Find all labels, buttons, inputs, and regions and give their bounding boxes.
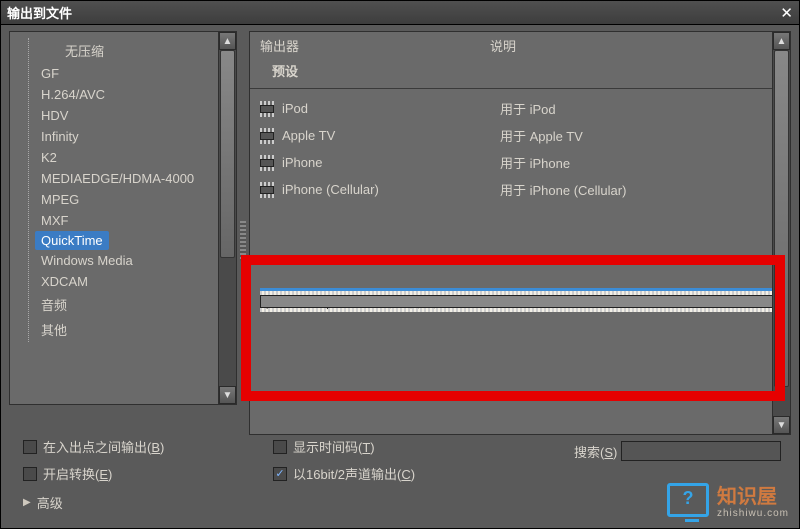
chevron-right-icon: ▶	[23, 497, 31, 508]
preset-row[interactable]: iPhone用于 iPhone	[250, 149, 790, 176]
search-input[interactable]	[621, 441, 781, 461]
scroll-down-icon[interactable]: ▼	[773, 416, 790, 434]
tree-item[interactable]: XDCAM	[37, 271, 218, 292]
format-tree[interactable]: 无压缩GFH.264/AVCHDVInfinityK2MEDIAEDGE/HDM…	[10, 32, 218, 404]
preset-list[interactable]: iPod用于 iPodApple TV用于 Apple TViPhone用于 i…	[250, 89, 790, 203]
preset-row[interactable]: iPhone (Cellular)用于 iPhone (Cellular)	[250, 176, 790, 203]
tree-item[interactable]: HDV	[37, 105, 218, 126]
preset-header: 预设	[250, 57, 790, 89]
16bit-2ch-checkbox[interactable]: 以16bit/2声道输出(C)	[273, 464, 415, 483]
tree-item[interactable]: 无压缩	[37, 38, 218, 63]
film-icon	[260, 155, 274, 171]
column-exporter: 输出器	[260, 36, 490, 55]
tree-scrollbar[interactable]: ▲ ▼	[218, 32, 236, 404]
watermark: 知识屋 zhishiwu.com	[657, 477, 799, 528]
preset-scrollbar[interactable]: ▲ ▼	[772, 32, 790, 434]
film-icon	[260, 101, 274, 117]
inout-export-checkbox[interactable]: 在入出点之间输出(B)	[23, 437, 164, 456]
monitor-icon	[667, 483, 709, 517]
tree-item[interactable]: GF	[37, 63, 218, 84]
window-title: 输出到文件	[7, 3, 775, 22]
scroll-up-icon[interactable]: ▲	[773, 32, 790, 50]
show-timecode-checkbox[interactable]: 显示时间码(T)	[273, 437, 415, 456]
column-description: 说明	[490, 36, 516, 55]
scroll-down-icon[interactable]: ▼	[219, 386, 236, 404]
tree-item[interactable]: Windows Media	[37, 250, 218, 271]
splitter[interactable]	[237, 31, 249, 461]
tree-item[interactable]: H.264/AVC	[37, 84, 218, 105]
film-icon	[260, 128, 274, 144]
tree-item[interactable]: MPEG	[37, 189, 218, 210]
close-icon[interactable]: ✕	[775, 4, 793, 22]
format-tree-panel: 无压缩GFH.264/AVCHDVInfinityK2MEDIAEDGE/HDM…	[9, 31, 237, 405]
search-label: 搜索(S)	[574, 442, 617, 461]
film-icon	[260, 182, 274, 198]
tree-item[interactable]: MEDIAEDGE/HDMA-4000	[37, 168, 218, 189]
preset-row[interactable]: Apple TV用于 Apple TV	[250, 122, 790, 149]
preset-row[interactable]: iPod用于 iPod	[250, 95, 790, 122]
enable-transform-checkbox[interactable]: 开启转换(E)	[23, 464, 164, 483]
tree-item[interactable]: MXF	[37, 210, 218, 231]
tree-item[interactable]: Infinity	[37, 126, 218, 147]
preset-row-selected[interactable]: QuickTime QuickTime 输出插件	[260, 288, 776, 312]
tree-item[interactable]: QuickTime	[35, 231, 109, 250]
tree-item[interactable]: 音频	[37, 292, 218, 317]
advanced-expander[interactable]: ▶ 高级	[23, 493, 164, 512]
scroll-up-icon[interactable]: ▲	[219, 32, 236, 50]
tree-item[interactable]: K2	[37, 147, 218, 168]
tree-item[interactable]: 其他	[37, 317, 218, 342]
